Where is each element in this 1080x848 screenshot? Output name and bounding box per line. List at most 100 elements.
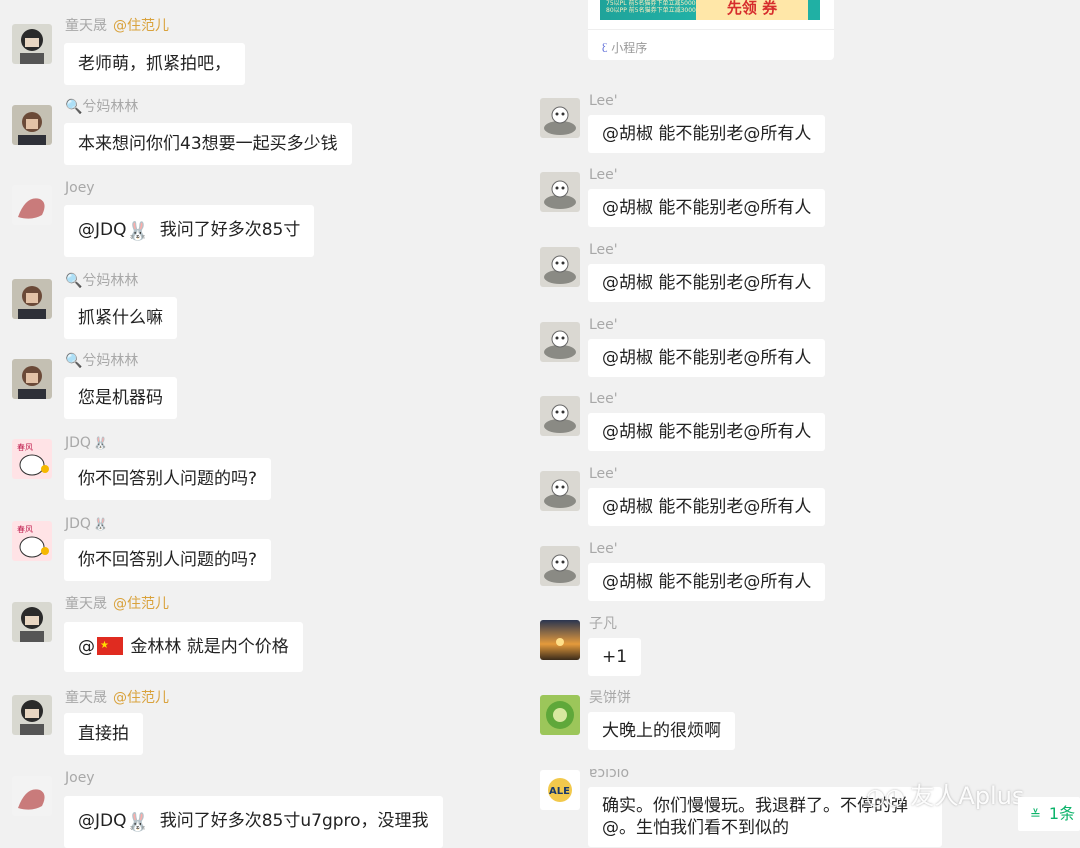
message-bubble[interactable]: @胡椒 能不能别老@所有人	[588, 264, 826, 302]
svg-text:春风: 春风	[17, 442, 33, 452]
message-text: @胡椒 能不能别老@所有人	[602, 572, 812, 592]
avatar[interactable]	[540, 322, 580, 362]
message-text: 直接拍	[78, 724, 129, 744]
avatar[interactable]: 春风	[12, 439, 52, 479]
wechat-icon: ◔◔	[866, 785, 905, 810]
sender-name: Lee'	[589, 317, 618, 333]
rabbit-icon: 🐰	[92, 436, 108, 450]
avatar[interactable]	[540, 695, 580, 735]
message-bubble[interactable]: +1	[588, 638, 642, 676]
banner-coupon-text: 先领 券	[696, 0, 808, 20]
message-text: @胡椒 能不能别老@所有人	[602, 124, 812, 144]
avatar[interactable]	[12, 695, 52, 735]
sender-name: 童天晟 @住范儿	[65, 18, 169, 34]
message-bubble[interactable]: @胡椒 能不能别老@所有人	[588, 189, 826, 227]
mini-program-banner: 75以PL 前5名猫券下单立减5000元 80以PP 前5名猫券下单立减3000…	[600, 0, 820, 20]
avatar[interactable]	[540, 546, 580, 586]
message-text: 您是机器码	[78, 388, 163, 408]
avatar[interactable]	[12, 24, 52, 64]
message-bubble[interactable]: 您是机器码	[64, 377, 177, 419]
message-bubble[interactable]: 本来想问你们43想要一起买多少钱	[64, 123, 352, 165]
message-text: 你不回答别人问题的吗?	[78, 469, 258, 489]
message-text: +1	[602, 647, 628, 667]
sender-name: 童天晟 @住范儿	[65, 690, 169, 706]
avatar[interactable]	[540, 471, 580, 511]
mention-text[interactable]: @	[78, 637, 95, 657]
avatar[interactable]	[540, 620, 580, 660]
message-text: 大晚上的很烦啊	[602, 721, 721, 741]
rabbit-icon: 🐰	[126, 221, 149, 242]
mention-text[interactable]: @JDQ	[78, 811, 127, 831]
message-bubble[interactable]: @JDQ🐰 我问了好多次85寸	[64, 205, 315, 257]
unread-messages-button[interactable]: ≚ 1条	[1018, 797, 1080, 831]
mini-program-icon: ᦷ	[602, 41, 608, 55]
sender-name: ɐɔıɔıo	[589, 765, 630, 781]
sender-name: 吴饼饼	[589, 690, 631, 706]
sender-name: JDQ 🐰	[65, 516, 108, 532]
avatar[interactable]	[12, 105, 52, 145]
message-bubble[interactable]: 你不回答别人问题的吗?	[64, 539, 272, 581]
message-bubble[interactable]: 老师萌，抓紧拍吧，	[64, 43, 245, 85]
mini-program-card[interactable]: 75以PL 前5名猫券下单立减5000元 80以PP 前5名猫券下单立减3000…	[588, 0, 834, 60]
avatar[interactable]	[12, 776, 52, 816]
message-bubble[interactable]: 你不回答别人问题的吗?	[64, 458, 272, 500]
message-text: 你不回答别人问题的吗?	[78, 550, 258, 570]
sender-name: Lee'	[589, 93, 618, 109]
sender-name: Lee'	[589, 242, 618, 258]
mention-text[interactable]: @JDQ	[78, 220, 127, 240]
message-bubble[interactable]: 大晚上的很烦啊	[588, 712, 735, 750]
sender-name: JDQ 🐰	[65, 435, 108, 451]
watermark: ◔◔ 友人Aplus	[866, 782, 1025, 810]
avatar[interactable]	[12, 359, 52, 399]
message-bubble[interactable]: @胡椒 能不能别老@所有人	[588, 563, 826, 601]
sender-name: Joey	[65, 770, 95, 786]
double-chevron-down-icon: ≚	[1030, 808, 1041, 823]
avatar[interactable]	[540, 247, 580, 287]
svg-text:ALE: ALE	[549, 786, 570, 797]
message-text: 抓紧什么嘛	[78, 308, 163, 328]
avatar[interactable]	[540, 396, 580, 436]
avatar[interactable]	[12, 279, 52, 319]
message-bubble[interactable]: @胡椒 能不能别老@所有人	[588, 115, 826, 153]
sender-name: Lee'	[589, 391, 618, 407]
rabbit-icon: 🐰	[126, 812, 149, 833]
message-text: 本来想问你们43想要一起买多少钱	[78, 134, 338, 154]
banner-promo-text: 75以PL 前5名猫券下单立减5000元 80以PP 前5名猫券下单立减3000…	[606, 0, 702, 14]
message-bubble[interactable]: @JDQ🐰 我问了好多次85寸u7gpro，没理我	[64, 796, 443, 848]
sender-name: Lee'	[589, 167, 618, 183]
message-bubble[interactable]: @胡椒 能不能别老@所有人	[588, 339, 826, 377]
message-bubble[interactable]: @胡椒 能不能别老@所有人	[588, 413, 826, 451]
sender-name: 子凡	[589, 616, 617, 632]
avatar[interactable]	[540, 172, 580, 212]
sender-name: Lee'	[589, 541, 618, 557]
avatar[interactable]	[12, 185, 52, 225]
sender-name: Joey	[65, 180, 95, 196]
message-text: @胡椒 能不能别老@所有人	[602, 497, 812, 517]
sender-name: 🔍兮妈林林	[65, 353, 139, 369]
message-text: 金林林 就是内个价格	[130, 637, 289, 657]
divider	[588, 29, 834, 30]
message-text: 我问了好多次85寸u7gpro，没理我	[159, 811, 429, 831]
avatar[interactable]: 春风	[12, 521, 52, 561]
sender-name: 童天晟 @住范儿	[65, 596, 169, 612]
message-text: @胡椒 能不能别老@所有人	[602, 348, 812, 368]
message-bubble[interactable]: 抓紧什么嘛	[64, 297, 177, 339]
avatar[interactable]: ALE	[540, 770, 580, 810]
message-bubble[interactable]: @胡椒 能不能别老@所有人	[588, 488, 826, 526]
message-text: @胡椒 能不能别老@所有人	[602, 273, 812, 293]
message-text: @胡椒 能不能别老@所有人	[602, 422, 812, 442]
message-text: 老师萌，抓紧拍吧，	[78, 54, 231, 74]
rabbit-icon: 🐰	[92, 517, 108, 531]
sender-name: Lee'	[589, 466, 618, 482]
message-bubble[interactable]: 直接拍	[64, 713, 143, 755]
sender-name: 🔍兮妈林林	[65, 99, 139, 115]
message-text: @胡椒 能不能别老@所有人	[602, 198, 812, 218]
svg-text:春风: 春风	[17, 524, 33, 534]
china-flag-icon	[97, 635, 123, 657]
message-text: 确实。你们慢慢玩。我退群了。不停的弹@。生怕我们看不到似的	[602, 796, 908, 838]
message-bubble[interactable]: @ 金林林 就是内个价格	[64, 622, 303, 672]
avatar[interactable]	[540, 98, 580, 138]
avatar[interactable]	[12, 602, 52, 642]
message-text: 我问了好多次85寸	[159, 220, 301, 240]
mini-program-label: ᦷ 小程序	[602, 41, 648, 55]
